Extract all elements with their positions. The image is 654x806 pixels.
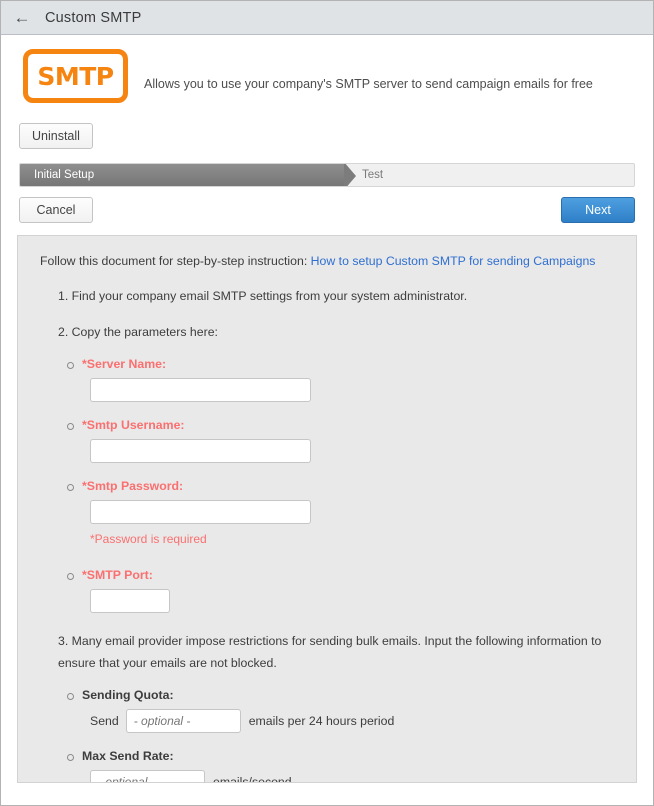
page-title: Custom SMTP <box>45 9 142 26</box>
field-group-smtp-port: *SMTP Port: <box>66 568 614 614</box>
instruction-panel: Follow this document for step-by-step in… <box>17 235 637 783</box>
step-test-label: Test <box>362 169 384 181</box>
uninstall-button-wrap: Uninstall <box>19 123 653 149</box>
field-group-smtp-password: *Smtp Password: *Password is required <box>66 479 614 546</box>
setup-doc-link[interactable]: How to setup Custom SMTP for sending Cam… <box>311 254 596 268</box>
cancel-button[interactable]: Cancel <box>19 197 93 223</box>
application-window: ← Custom SMTP SMTP Allows you to use you… <box>0 0 654 806</box>
field-group-sending-quota: Sending Quota: Send emails per 24 hours … <box>66 688 614 734</box>
max-send-rate-suffix: emails/second <box>213 775 292 783</box>
max-send-rate-row: emails/second <box>66 770 614 783</box>
instruction-step-3: 3. Many email provider impose restrictio… <box>58 634 602 670</box>
uninstall-button[interactable]: Uninstall <box>19 123 93 149</box>
smtp-username-input[interactable] <box>90 439 311 464</box>
smtp-port-label-text: *SMTP Port: <box>82 568 153 583</box>
smtp-password-label: *Smtp Password: <box>66 479 614 493</box>
smtp-port-input[interactable] <box>90 589 170 614</box>
smtp-username-row <box>66 439 614 464</box>
instruction-step-1: 1. Find your company email SMTP settings… <box>58 289 468 303</box>
sending-quota-label: Sending Quota: <box>66 688 614 702</box>
step-breadcrumb: Initial Setup Test <box>19 163 635 187</box>
field-group-max-send-rate: Max Send Rate: emails/second <box>66 749 614 783</box>
app-header: SMTP Allows you to use your company's SM… <box>1 35 653 149</box>
logo-label: SMTP <box>37 61 114 91</box>
smtp-port-row <box>66 589 614 614</box>
sending-quota-label-text: Sending Quota: <box>82 688 174 703</box>
sending-quota-prefix: Send <box>90 714 119 729</box>
server-name-input[interactable] <box>90 378 311 403</box>
smtp-logo: SMTP <box>23 49 128 103</box>
sending-quota-suffix: emails per 24 hours period <box>248 714 395 729</box>
smtp-port-label: *SMTP Port: <box>66 568 614 582</box>
max-send-rate-label-text: Max Send Rate: <box>82 749 174 764</box>
step-test[interactable]: Test <box>360 164 383 186</box>
smtp-password-label-text: *Smtp Password: <box>82 479 184 494</box>
arrow-left-icon[interactable]: ← <box>11 7 33 29</box>
smtp-password-input[interactable] <box>90 500 311 525</box>
smtp-password-row <box>66 500 614 525</box>
instruction-step-2: 2. Copy the parameters here: <box>58 324 218 339</box>
app-description: Allows you to use your company's SMTP se… <box>144 77 593 91</box>
server-name-label-text: *Server Name: <box>82 357 167 372</box>
title-bar: ← Custom SMTP <box>1 1 653 35</box>
smtp-password-error: *Password is required <box>90 532 207 547</box>
server-name-row <box>66 378 614 403</box>
smtp-username-label-text: *Smtp Username: <box>82 418 185 433</box>
max-send-rate-label: Max Send Rate: <box>66 749 614 763</box>
smtp-username-label: *Smtp Username: <box>66 418 614 432</box>
server-name-label: *Server Name: <box>66 357 614 371</box>
max-send-rate-input[interactable] <box>90 770 205 782</box>
sending-quota-row: Send emails per 24 hours period <box>66 709 614 734</box>
quota-fields: Sending Quota: Send emails per 24 hours … <box>66 688 614 783</box>
intro-line: Follow this document for step-by-step in… <box>40 254 614 268</box>
step-initial-setup-label: Initial Setup <box>34 169 95 181</box>
field-group-server-name: *Server Name: <box>66 357 614 403</box>
sending-quota-input[interactable] <box>125 709 241 734</box>
intro-prefix: Follow this document for step-by-step in… <box>40 254 308 268</box>
field-group-smtp-username: *Smtp Username: <box>66 418 614 464</box>
parameter-fields: *Server Name: *Smtp Username: *Smtp Pass… <box>66 357 614 614</box>
step-initial-setup[interactable]: Initial Setup <box>20 164 356 186</box>
next-button[interactable]: Next <box>561 197 635 223</box>
action-row: Cancel Next <box>19 197 635 223</box>
